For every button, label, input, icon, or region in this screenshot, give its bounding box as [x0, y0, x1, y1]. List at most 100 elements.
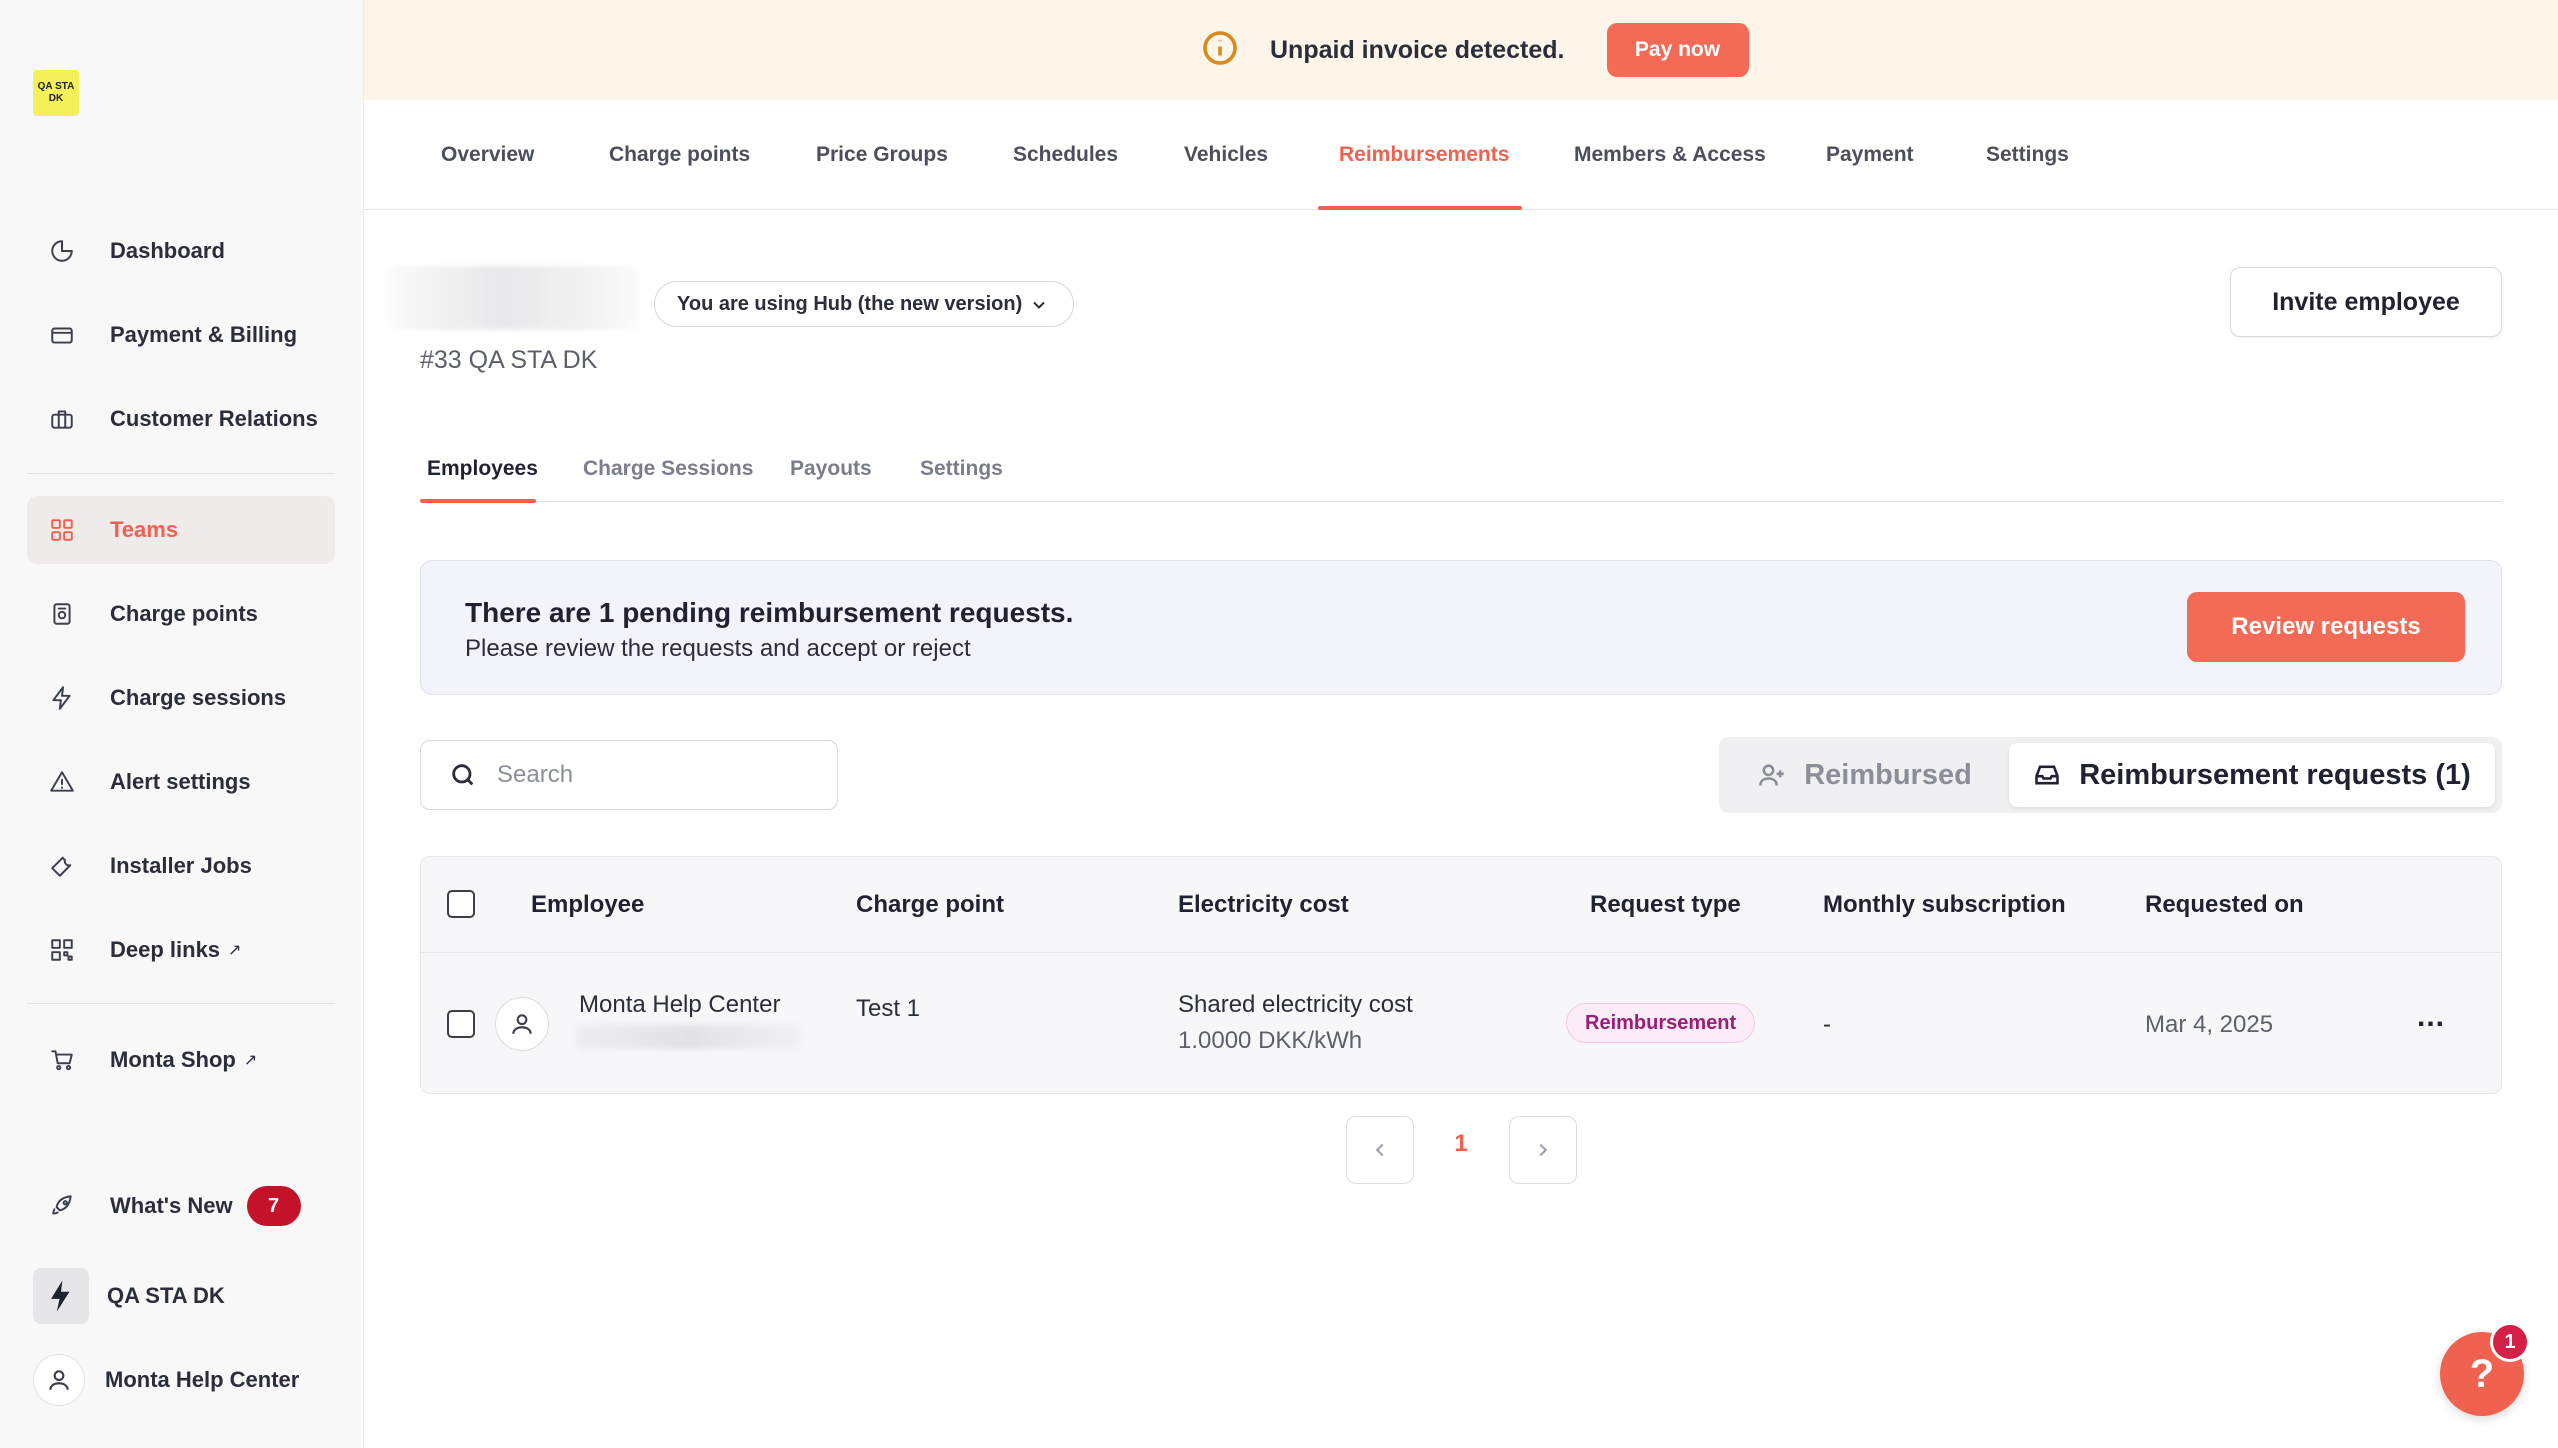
org-logo[interactable]: QA STA DK	[33, 70, 79, 116]
team-top-tabs: Overview Charge points Price Groups Sche…	[364, 100, 2558, 210]
alert-icon	[47, 767, 77, 797]
team-id-label: #33 QA STA DK	[420, 346, 598, 374]
version-select-label: You are using Hub (the new version)	[677, 292, 1023, 315]
tab-overview[interactable]: Overview	[441, 100, 534, 210]
employees-table: Employee Charge point Electricity cost R…	[420, 856, 2502, 1094]
requested-on-date: Mar 4, 2025	[2145, 1011, 2274, 1038]
reimbursement-requests-toggle[interactable]: Reimbursement requests (1)	[2009, 743, 2495, 807]
sidebar-item-charge-points[interactable]: Charge points	[27, 580, 335, 648]
column-header-employee[interactable]: Employee	[531, 857, 644, 953]
chevron-left-icon	[1375, 1143, 1384, 1157]
column-header-monthly-subscription[interactable]: Monthly subscription	[1823, 857, 2066, 953]
sidebar-item-label: Monta Shop	[110, 1047, 236, 1072]
column-header-charge-point[interactable]: Charge point	[856, 857, 1004, 953]
tab-price-groups[interactable]: Price Groups	[816, 100, 948, 210]
briefcase-icon	[47, 404, 77, 434]
review-requests-button[interactable]: Review requests	[2187, 592, 2465, 662]
sidebar-item-payment-billing[interactable]: Payment & Billing	[27, 301, 335, 369]
sidebar-account-switcher[interactable]: QA STA DK	[27, 1262, 335, 1330]
banner-message: Unpaid invoice detected.	[1270, 35, 1565, 64]
reimbursed-toggle[interactable]: Reimbursed	[1737, 743, 1993, 807]
pending-requests-notice: There are 1 pending reimbursement reques…	[420, 560, 2502, 695]
sidebar-item-label: Teams	[110, 517, 179, 542]
sidebar-item-alert-settings[interactable]: Alert settings	[27, 748, 335, 816]
help-notification-badge: 1	[2490, 1322, 2530, 1362]
user-avatar-icon	[33, 1354, 85, 1406]
tab-settings[interactable]: Settings	[1986, 100, 2069, 210]
team-logo-blurred	[388, 266, 638, 330]
pagination-next-button[interactable]	[1509, 1116, 1577, 1184]
search-input[interactable]	[497, 761, 797, 789]
sidebar-item-installer-jobs[interactable]: Installer Jobs	[27, 832, 335, 900]
monthly-subscription-value: -	[1823, 1011, 1831, 1038]
sidebar-item-whats-new[interactable]: What's New 7	[27, 1172, 335, 1240]
credit-card-icon	[47, 320, 77, 350]
tab-payment[interactable]: Payment	[1826, 100, 1914, 210]
search-box[interactable]	[420, 740, 838, 810]
pagination-prev-button[interactable]	[1346, 1116, 1414, 1184]
external-link-icon: ↗	[243, 1052, 258, 1069]
electricity-cost-rate: 1.0000 DKK/kWh	[1178, 1027, 1363, 1054]
unpaid-invoice-banner: Unpaid invoice detected. Pay now	[364, 0, 2558, 100]
cart-icon	[47, 1045, 77, 1075]
wrench-icon	[47, 851, 77, 881]
org-logo-text: QA STA DK	[37, 81, 75, 104]
sidebar-item-monta-shop[interactable]: Monta Shop ↗	[27, 1026, 335, 1094]
electricity-cost-type: Shared electricity cost	[1178, 991, 1413, 1018]
account-avatar	[33, 1268, 89, 1324]
sidebar-item-deep-links[interactable]: Deep links ↗	[27, 916, 335, 984]
table-header: Employee Charge point Electricity cost R…	[421, 857, 2501, 953]
charge-point-name: Test 1	[856, 995, 921, 1022]
subtab-payouts[interactable]: Payouts	[790, 436, 872, 502]
row-checkbox[interactable]	[447, 1010, 475, 1038]
column-header-request-type[interactable]: Request type	[1590, 857, 1741, 953]
column-header-electricity-cost[interactable]: Electricity cost	[1178, 857, 1349, 953]
help-question-icon: ?	[2469, 1351, 2495, 1396]
notice-title: There are 1 pending reimbursement reques…	[465, 597, 1074, 628]
chevron-right-icon	[1539, 1143, 1548, 1157]
reimbursement-requests-toggle-label: Reimbursement requests (1)	[2079, 758, 2471, 791]
sidebar-divider	[27, 1003, 335, 1004]
notice-subtitle: Please review the requests and accept or…	[465, 635, 971, 662]
user-name: Monta Help Center	[105, 1367, 300, 1392]
pie-chart-icon	[47, 236, 77, 266]
column-header-requested-on[interactable]: Requested on	[2145, 857, 2304, 953]
subtab-settings[interactable]: Settings	[920, 436, 1003, 502]
row-actions-more-icon[interactable]: ...	[2417, 1002, 2445, 1032]
lightning-icon	[47, 683, 77, 713]
pay-now-button[interactable]: Pay now	[1606, 23, 1749, 77]
employee-avatar-icon	[495, 997, 549, 1051]
sidebar-item-teams[interactable]: Teams	[27, 496, 335, 564]
sidebar-item-label: Payment & Billing	[110, 322, 298, 347]
sidebar-item-customer-relations[interactable]: Customer Relations	[27, 385, 335, 453]
reimbursement-sub-tabs: Employees Charge Sessions Payouts Settin…	[420, 436, 2502, 503]
tab-schedules[interactable]: Schedules	[1013, 100, 1118, 210]
tab-reimbursements[interactable]: Reimbursements	[1339, 100, 1509, 210]
tab-charge-points[interactable]: Charge points	[609, 100, 750, 210]
reimbursed-toggle-label: Reimbursed	[1804, 758, 1972, 791]
info-icon	[1202, 30, 1238, 71]
sidebar-item-dashboard[interactable]: Dashboard	[27, 217, 335, 285]
tab-members-access[interactable]: Members & Access	[1574, 100, 1766, 210]
sidebar: QA STA DK Dashboard Payment & Billing Cu…	[0, 0, 364, 1448]
sidebar-item-charge-sessions[interactable]: Charge sessions	[27, 664, 335, 732]
invite-employee-button[interactable]: Invite employee	[2230, 267, 2502, 337]
sidebar-item-label: Customer Relations	[110, 406, 318, 431]
subtab-charge-sessions[interactable]: Charge Sessions	[583, 436, 753, 502]
whats-new-count-badge: 7	[246, 1186, 301, 1226]
sidebar-user-profile[interactable]: Monta Help Center	[27, 1346, 335, 1414]
charger-icon	[47, 599, 77, 629]
sidebar-item-label: What's New	[110, 1193, 233, 1218]
select-all-checkbox[interactable]	[447, 890, 475, 918]
employee-name[interactable]: Monta Help Center	[579, 991, 780, 1019]
rocket-icon	[47, 1191, 77, 1221]
version-select[interactable]: You are using Hub (the new version)	[654, 281, 1074, 327]
grid-icon	[47, 515, 77, 545]
user-plus-icon	[1759, 764, 1784, 786]
tab-vehicles[interactable]: Vehicles	[1184, 100, 1268, 210]
active-subtab-indicator	[420, 499, 536, 503]
sidebar-item-label: Dashboard	[110, 238, 225, 263]
subtab-employees[interactable]: Employees	[427, 436, 538, 502]
sidebar-item-label: Alert settings	[110, 769, 251, 794]
pagination-current-page[interactable]: 1	[1446, 1130, 1476, 1158]
